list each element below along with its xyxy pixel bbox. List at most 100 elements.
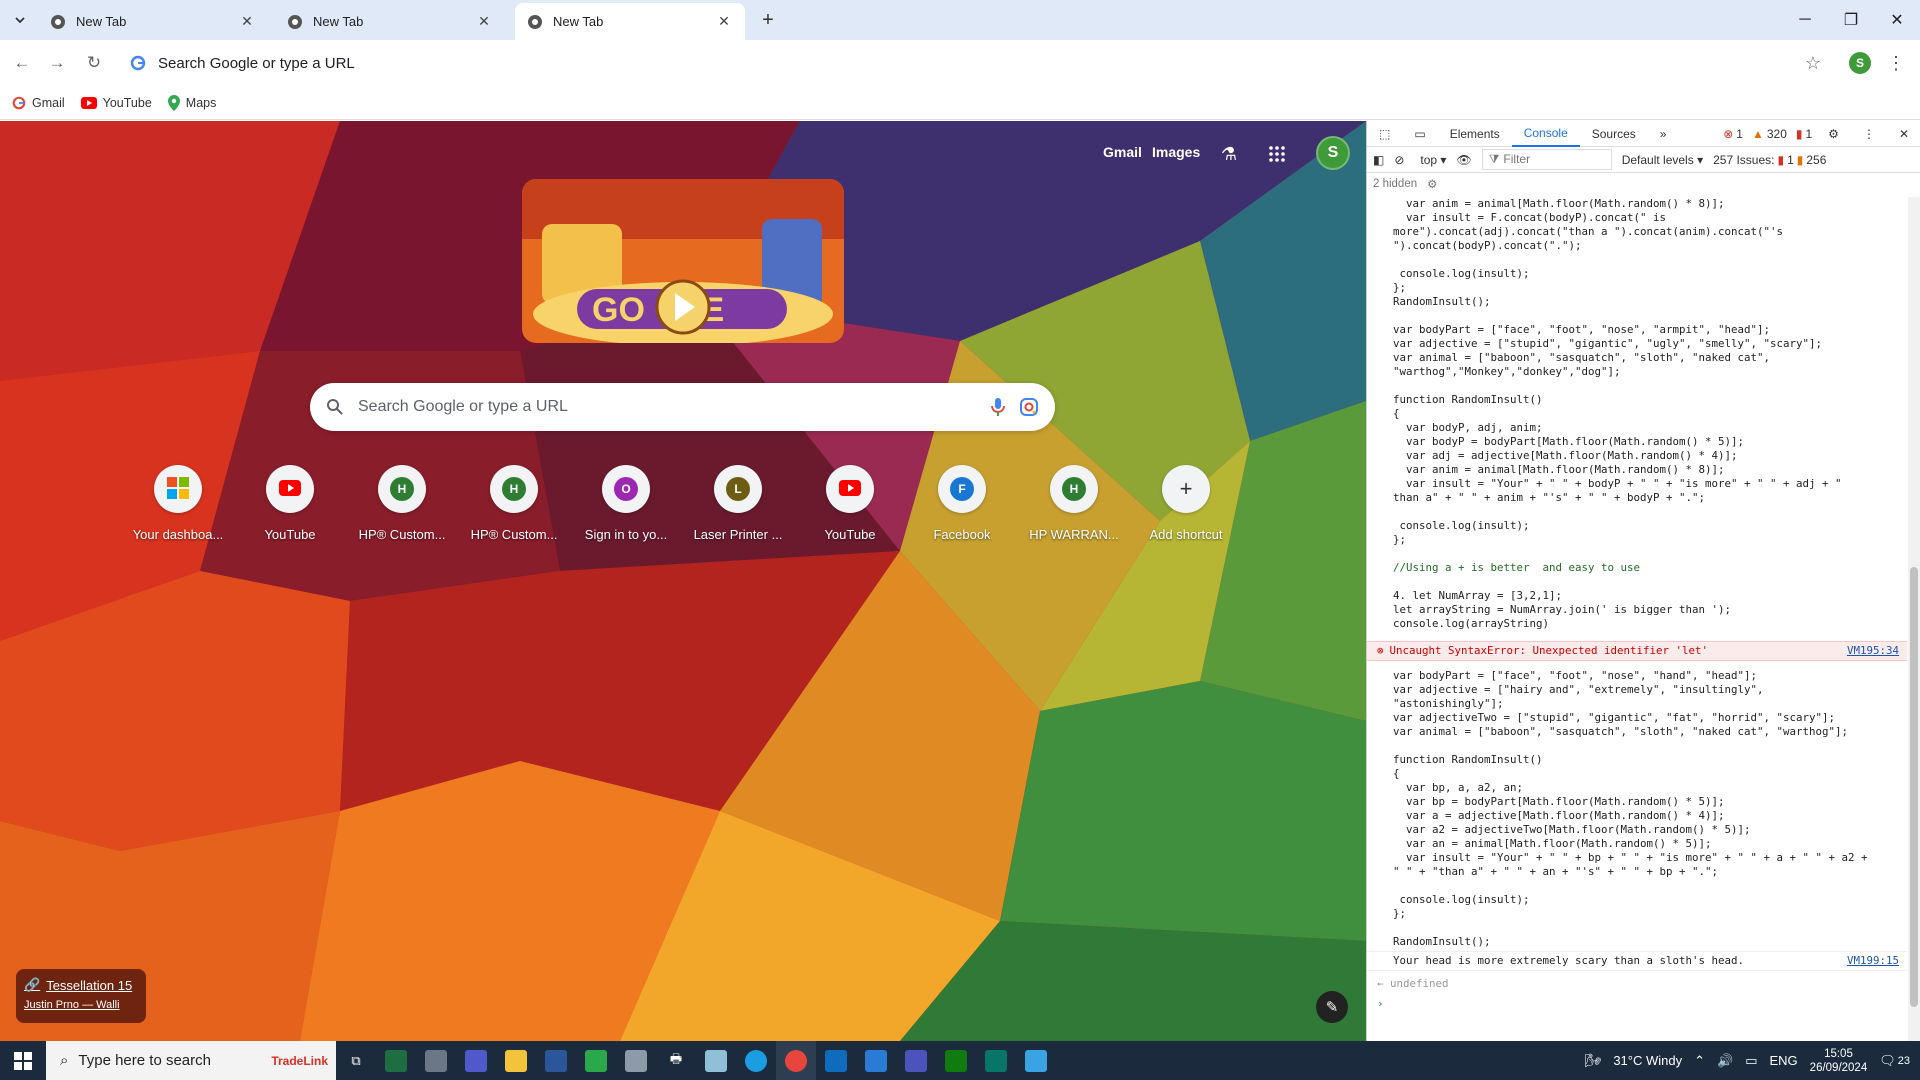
console-prompt[interactable]: ›: [1367, 997, 1907, 1011]
devtools-menu-icon[interactable]: ⋮: [1851, 121, 1887, 147]
profile-avatar[interactable]: S: [1849, 52, 1871, 74]
shortcut-facebook[interactable]: F Facebook: [906, 465, 1018, 542]
account-avatar[interactable]: S: [1316, 136, 1350, 170]
voice-search-icon[interactable]: [991, 397, 1005, 417]
scrollbar-thumb[interactable]: [1910, 567, 1918, 1007]
shortcut-laser-printer[interactable]: L Laser Printer ...: [682, 465, 794, 542]
attribution-title-row[interactable]: 🔗 Tessellation 15: [24, 977, 138, 993]
customize-pencil-icon[interactable]: ✎: [1316, 991, 1348, 1023]
tab-search-icon[interactable]: [8, 8, 32, 32]
language-indicator[interactable]: ENG: [1770, 1053, 1798, 1068]
teams-badge-icon[interactable]: [896, 1041, 936, 1080]
close-tab-icon[interactable]: ✕: [475, 13, 493, 31]
chevron-up-icon[interactable]: ⌃: [1694, 1053, 1705, 1069]
issues-counter[interactable]: 257 Issues: ▮ 1 ▮ 256: [1713, 153, 1826, 167]
code-line: {: [1393, 407, 1400, 420]
close-tab-icon[interactable]: ✕: [238, 13, 256, 31]
minimize-button[interactable]: ─: [1782, 0, 1828, 40]
tab-3-active[interactable]: New Tab ✕: [515, 3, 745, 40]
printer-app-icon[interactable]: 🖶: [656, 1041, 696, 1080]
excel-app-icon[interactable]: [376, 1041, 416, 1080]
gmail-link[interactable]: Gmail: [1103, 144, 1142, 160]
code-line: var adj = adjective[Math.floor(Math.rand…: [1393, 449, 1738, 462]
forms-app-icon[interactable]: [976, 1041, 1016, 1080]
background-attribution[interactable]: 🔗 Tessellation 15 Justin Prno — Walli: [16, 969, 146, 1023]
live-expression-eye-icon[interactable]: 👁: [1456, 153, 1471, 167]
console-output[interactable]: var anim = animal[Math.floor(Math.random…: [1367, 197, 1907, 1041]
remote-desktop-icon[interactable]: [856, 1041, 896, 1080]
bookmark-star-icon[interactable]: ☆: [1800, 50, 1826, 76]
context-select[interactable]: top ▾: [1420, 153, 1446, 167]
file-explorer-icon[interactable]: [496, 1041, 536, 1080]
google-doodle[interactable]: GO GLE: [522, 179, 844, 343]
tab-sources[interactable]: Sources: [1580, 121, 1648, 147]
back-button[interactable]: ←: [10, 51, 34, 75]
shortcut-dashboard[interactable]: Your dashboa...: [122, 465, 234, 542]
code-line: "warthog","Monkey","donkey","dog"];: [1393, 365, 1621, 378]
bookmark-maps[interactable]: Maps: [167, 94, 216, 111]
xbox-app-icon[interactable]: [936, 1041, 976, 1080]
network-icon[interactable]: ▭: [1745, 1053, 1757, 1069]
attribution-author[interactable]: Justin Prno — Walli: [24, 999, 138, 1011]
devtools-counts[interactable]: ⊗ 1 ▲ 320 ▮ 1: [1723, 127, 1816, 141]
close-tab-icon[interactable]: ✕: [715, 13, 733, 31]
shortcut-hp-custom-1[interactable]: H HP® Custom...: [346, 465, 458, 542]
new-tab-button[interactable]: +: [756, 8, 780, 32]
reload-button[interactable]: ↻: [82, 51, 106, 75]
bookmark-youtube[interactable]: YouTube: [80, 96, 152, 110]
volume-icon[interactable]: 🔊: [1717, 1053, 1733, 1069]
shortcut-hp-custom-2[interactable]: H HP® Custom...: [458, 465, 570, 542]
levels-select[interactable]: Default levels ▾: [1622, 153, 1703, 167]
omnibox[interactable]: Search Google or type a URL: [120, 45, 1835, 81]
labs-flask-icon[interactable]: ⚗: [1216, 141, 1242, 167]
close-window-button[interactable]: ✕: [1874, 0, 1920, 40]
devtools-settings-icon[interactable]: ⚙: [1816, 121, 1851, 147]
notifications-button[interactable]: 🗨 23: [1879, 1053, 1910, 1069]
info-count-icon: ▮: [1795, 126, 1803, 141]
tab-1[interactable]: New Tab ✕: [38, 3, 268, 40]
bookmark-gmail[interactable]: Gmail: [12, 96, 65, 110]
camera-app-icon[interactable]: [416, 1041, 456, 1080]
clear-console-icon[interactable]: ⊘: [1394, 153, 1404, 167]
chrome-taskbar-icon[interactable]: [776, 1041, 816, 1080]
error-source-link[interactable]: VM195:34: [1847, 644, 1899, 658]
notepad-app-icon[interactable]: [696, 1041, 736, 1080]
browser-menu-icon[interactable]: ⋮: [1885, 52, 1907, 74]
clock[interactable]: 15:05 26/09/2024: [1810, 1047, 1868, 1075]
paint-app-icon[interactable]: [1016, 1041, 1056, 1080]
shortcut-youtube-2[interactable]: YouTube: [794, 465, 906, 542]
network-app-icon[interactable]: [616, 1041, 656, 1080]
edge-browser-icon[interactable]: [736, 1041, 776, 1080]
windows-start-icon[interactable]: [0, 1041, 46, 1080]
tab-2[interactable]: New Tab ✕: [275, 3, 505, 40]
more-tabs-icon[interactable]: »: [1648, 121, 1679, 147]
devtools-close-icon[interactable]: ✕: [1887, 121, 1920, 147]
green-app-icon[interactable]: [576, 1041, 616, 1080]
forward-button[interactable]: →: [45, 51, 69, 75]
task-view-icon[interactable]: ⧉: [336, 1041, 376, 1080]
sidebar-toggle-icon[interactable]: ◧: [1373, 153, 1384, 167]
restore-button[interactable]: ❐: [1828, 0, 1874, 40]
console-scrollbar[interactable]: [1908, 197, 1920, 1041]
shortcut-youtube[interactable]: YouTube: [234, 465, 346, 542]
weather-icon[interactable]: 🌬: [1585, 1053, 1602, 1069]
outlook-app-icon[interactable]: [816, 1041, 856, 1080]
images-link[interactable]: Images: [1152, 144, 1200, 160]
log-source-link[interactable]: VM199:15: [1847, 954, 1899, 968]
shortcut-sign-in[interactable]: O Sign in to yo...: [570, 465, 682, 542]
console-settings-icon[interactable]: ⚙: [1427, 177, 1437, 191]
taskbar-search-box[interactable]: ⌕ Type here to search TradeLink: [46, 1041, 336, 1080]
apps-grid-icon[interactable]: [1264, 141, 1290, 167]
word-app-icon[interactable]: [536, 1041, 576, 1080]
lens-search-icon[interactable]: [1019, 397, 1039, 417]
weather-text[interactable]: 31°C Windy: [1613, 1053, 1682, 1068]
tab-elements[interactable]: Elements: [1438, 121, 1512, 147]
inspect-element-icon[interactable]: ⬚: [1367, 121, 1402, 147]
filter-input[interactable]: ⧩ Filter: [1481, 149, 1612, 170]
add-shortcut-button[interactable]: + Add shortcut: [1130, 465, 1242, 542]
teams-app-icon[interactable]: [456, 1041, 496, 1080]
tab-console[interactable]: Console: [1511, 121, 1580, 147]
ntp-search-box[interactable]: Search Google or type a URL: [310, 383, 1055, 431]
shortcut-hp-warranty[interactable]: H HP WARRAN...: [1018, 465, 1130, 542]
device-toolbar-icon[interactable]: ▭: [1402, 121, 1437, 147]
